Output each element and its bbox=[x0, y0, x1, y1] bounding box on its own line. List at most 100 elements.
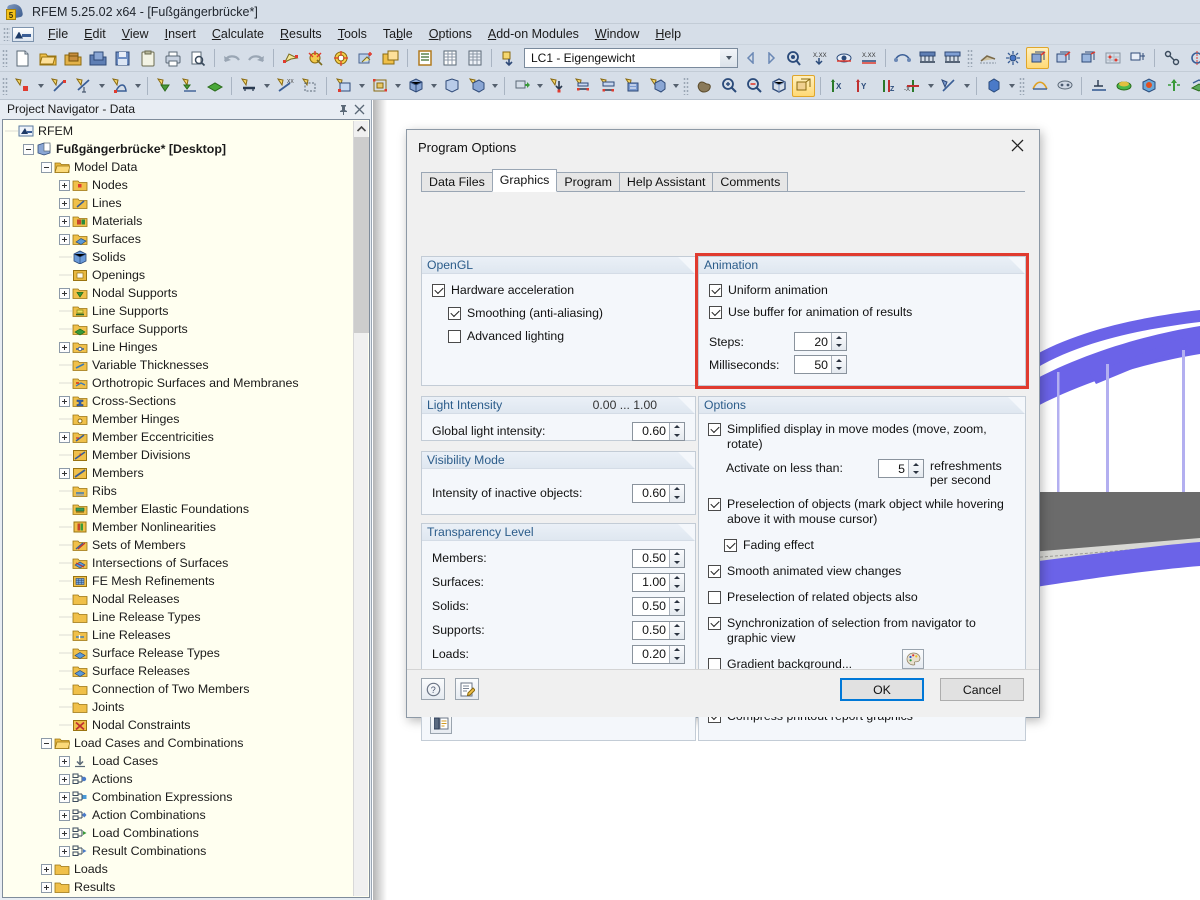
menu-item-window[interactable]: Window bbox=[587, 25, 647, 43]
pin-icon[interactable] bbox=[335, 101, 351, 117]
checkbox[interactable] bbox=[709, 306, 722, 319]
checkbox[interactable] bbox=[448, 330, 461, 343]
select-objects-button[interactable] bbox=[279, 47, 302, 69]
table-grid-button[interactable] bbox=[438, 47, 461, 69]
menu-item-tools[interactable]: Tools bbox=[330, 25, 375, 43]
menu-item-edit[interactable]: Edit bbox=[76, 25, 114, 43]
tree-item-intersections-of-surfaces[interactable]: Intersections of Surfaces bbox=[5, 554, 369, 572]
toolbar-grip[interactable] bbox=[967, 49, 973, 67]
isoband-button[interactable] bbox=[1112, 75, 1135, 97]
animation-field-0-input-stepper[interactable] bbox=[831, 333, 846, 350]
menu-item-view[interactable]: View bbox=[114, 25, 157, 43]
checkbox[interactable] bbox=[448, 307, 461, 320]
stepper-down-icon[interactable] bbox=[670, 630, 684, 639]
tree-item-line-release-types[interactable]: Line Release Types bbox=[5, 608, 369, 626]
stepper-up-icon[interactable] bbox=[832, 333, 846, 342]
navigator-scrollbar[interactable] bbox=[353, 121, 369, 896]
stepper-up-icon[interactable] bbox=[670, 646, 684, 655]
expand-icon[interactable] bbox=[59, 341, 70, 353]
tree-item-joints[interactable]: Joints bbox=[5, 698, 369, 716]
result-values-button[interactable] bbox=[782, 47, 805, 69]
expand-icon[interactable] bbox=[59, 467, 70, 479]
checkbox[interactable] bbox=[724, 539, 737, 552]
tree-item-materials[interactable]: Materials bbox=[5, 212, 369, 230]
save-button[interactable] bbox=[111, 47, 134, 69]
view-negative-x-button[interactable]: -X bbox=[901, 75, 924, 97]
work-plane-button[interactable] bbox=[1126, 47, 1149, 69]
opening-dropdown[interactable] bbox=[392, 75, 403, 97]
expand-icon[interactable] bbox=[59, 179, 70, 191]
light-field-0-input-stepper[interactable] bbox=[669, 422, 684, 440]
collapse-icon[interactable] bbox=[41, 161, 52, 173]
open-file-button[interactable] bbox=[36, 47, 59, 69]
redo-button[interactable] bbox=[245, 47, 268, 69]
new-member-button[interactable] bbox=[237, 75, 260, 97]
line-dimension-button[interactable] bbox=[72, 75, 95, 97]
line-dropdown[interactable] bbox=[96, 75, 107, 97]
tree-item-openings[interactable]: Openings bbox=[5, 266, 369, 284]
tree-item-surface-release-types[interactable]: Surface Release Types bbox=[5, 644, 369, 662]
view-3d-button[interactable] bbox=[792, 74, 815, 97]
expand-icon[interactable] bbox=[41, 863, 52, 875]
tree-item-member-eccentricities[interactable]: Member Eccentricities bbox=[5, 428, 369, 446]
menu-item-insert[interactable]: Insert bbox=[157, 25, 204, 43]
open-project-button[interactable] bbox=[61, 47, 84, 69]
expand-icon[interactable] bbox=[59, 755, 70, 767]
toolbar-grip[interactable] bbox=[1019, 76, 1025, 95]
view-z-button[interactable]: Z bbox=[876, 75, 899, 97]
load-case-new-button[interactable] bbox=[497, 47, 520, 69]
graphics-option-4-row[interactable]: Preselection of related objects also bbox=[708, 590, 1016, 605]
new-line-support-button[interactable] bbox=[178, 75, 201, 97]
tree-item-nodal-releases[interactable]: Nodal Releases bbox=[5, 590, 369, 608]
tree-item-load-combinations[interactable]: Load Combinations bbox=[5, 824, 369, 842]
stepper-down-icon[interactable] bbox=[670, 558, 684, 567]
tab-comments[interactable]: Comments bbox=[712, 172, 789, 191]
perspective-dropdown[interactable] bbox=[961, 75, 972, 97]
visibility-field-0-input-stepper[interactable] bbox=[669, 484, 684, 502]
color-palette-icon[interactable] bbox=[902, 649, 924, 669]
new-member-eccentricity-button[interactable]: XX bbox=[273, 75, 296, 97]
tree-item-fu-g-ngerbr-cke-desktop[interactable]: Fußgängerbrücke* [Desktop] bbox=[5, 140, 369, 158]
clipboard-button[interactable] bbox=[136, 47, 159, 69]
tree-item-actions[interactable]: Actions bbox=[5, 770, 369, 788]
tree-item-surfaces[interactable]: Surfaces bbox=[5, 230, 369, 248]
next-load-case-button[interactable] bbox=[761, 47, 781, 69]
refreshments-input[interactable]: 5 bbox=[878, 459, 924, 478]
stepper-up-icon[interactable] bbox=[909, 460, 923, 469]
grid-snap-button[interactable] bbox=[1101, 47, 1124, 69]
tree-item-results[interactable]: Results bbox=[5, 878, 369, 896]
expand-icon[interactable] bbox=[59, 845, 70, 857]
graphics-option-2-row[interactable]: Fading effect bbox=[724, 538, 1016, 553]
expand-icon[interactable] bbox=[59, 395, 70, 407]
menubar-grip[interactable] bbox=[3, 27, 10, 41]
tab-data-files[interactable]: Data Files bbox=[421, 172, 493, 191]
select-all-button[interactable] bbox=[329, 47, 352, 69]
transparency-field-2-input-stepper[interactable] bbox=[669, 597, 684, 615]
transparency-field-0-input-stepper[interactable] bbox=[669, 549, 684, 567]
tree-item-solids[interactable]: Solids bbox=[5, 248, 369, 266]
new-imperfection-button[interactable] bbox=[646, 75, 669, 97]
transparency-field-2-input[interactable]: 0.50 bbox=[632, 596, 685, 616]
close-icon[interactable] bbox=[995, 130, 1039, 160]
cancel-button[interactable]: Cancel bbox=[940, 678, 1024, 701]
checkbox[interactable] bbox=[708, 565, 721, 578]
animation-field-1-input[interactable]: 50 bbox=[794, 355, 847, 374]
checkbox[interactable] bbox=[709, 284, 722, 297]
pan-hand-button[interactable] bbox=[692, 75, 715, 97]
help-icon[interactable]: ? bbox=[421, 678, 445, 700]
tree-item-connection-of-two-members[interactable]: Connection of Two Members bbox=[5, 680, 369, 698]
expand-icon[interactable] bbox=[59, 197, 70, 209]
expand-icon[interactable] bbox=[59, 809, 70, 821]
stepper-up-icon[interactable] bbox=[670, 598, 684, 607]
opengl-option-2-row[interactable]: Advanced lighting bbox=[448, 329, 685, 344]
stepper-down-icon[interactable] bbox=[670, 654, 684, 663]
stepper-up-icon[interactable] bbox=[670, 550, 684, 559]
save-project-button[interactable] bbox=[86, 47, 109, 69]
result-labels-button[interactable]: X.XX bbox=[857, 47, 880, 69]
menu-item-calculate[interactable]: Calculate bbox=[204, 25, 272, 43]
expand-icon[interactable] bbox=[59, 431, 70, 443]
support-forces-button[interactable] bbox=[1162, 75, 1185, 97]
tree-item-rfem[interactable]: RFEM bbox=[5, 122, 369, 140]
move-copy-button[interactable] bbox=[1160, 47, 1183, 69]
tree-item-nodes[interactable]: Nodes bbox=[5, 176, 369, 194]
